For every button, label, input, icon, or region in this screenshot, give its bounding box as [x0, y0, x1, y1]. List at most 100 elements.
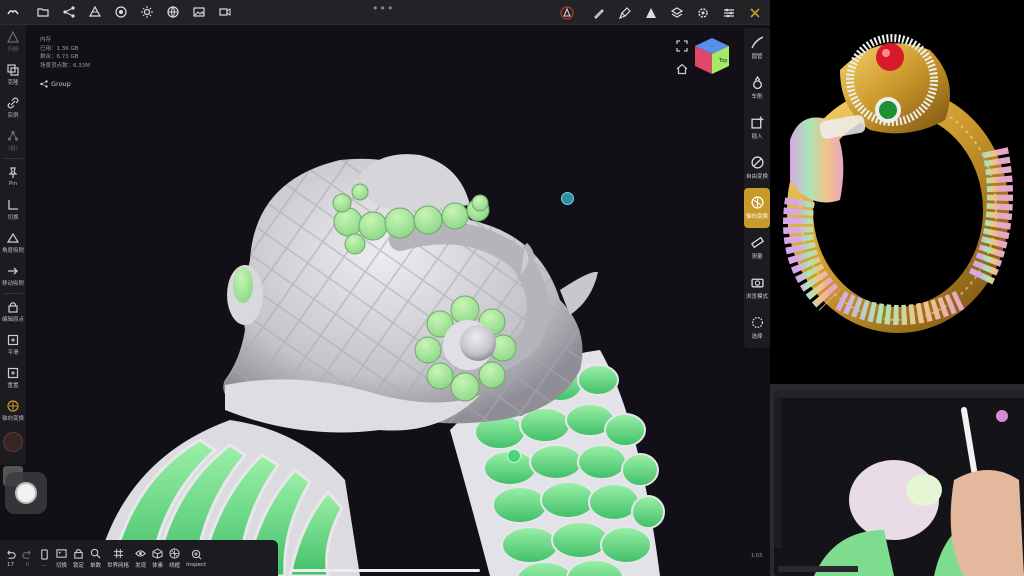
- right-tool-6[interactable]: 测量: [744, 228, 770, 268]
- color-swatch[interactable]: [3, 432, 23, 452]
- clone-icon: [7, 63, 19, 76]
- pen-icon[interactable]: [586, 0, 612, 25]
- top-right-tools: [554, 0, 768, 25]
- bottom-tool-2[interactable]: 0: [19, 540, 36, 576]
- right-tool-8[interactable]: 选择: [744, 308, 770, 348]
- scene-vertices: 场景顶点数：6.33M: [40, 62, 90, 69]
- left-tool-label: 切换: [7, 214, 19, 221]
- right-tool-3[interactable]: 插入: [744, 108, 770, 148]
- camera-overlay: [770, 384, 1024, 576]
- corner-icon: [8, 199, 18, 210]
- right-tool-label: 测量: [751, 254, 763, 260]
- sculpt-icon: [7, 30, 19, 43]
- light-sun-icon[interactable]: [134, 0, 160, 25]
- image-icon[interactable]: [186, 0, 212, 25]
- group-label: Group: [51, 80, 71, 88]
- left-tool-label: Pin: [8, 180, 18, 187]
- bottom-tool-3[interactable]: ...: [36, 540, 53, 576]
- left-tool-label: 轴向变换: [1, 415, 24, 422]
- left-tool-9[interactable]: 编辑原点: [0, 295, 26, 328]
- bottom-tool-label: 世界网格: [107, 562, 130, 569]
- home-indicator[interactable]: [290, 569, 480, 572]
- bottom-tool-label: 线框: [169, 562, 181, 569]
- bottom-tool-1[interactable]: 17: [2, 540, 19, 576]
- sliders-icon[interactable]: [716, 0, 742, 25]
- app-logo-icon[interactable]: [0, 0, 26, 25]
- lock-icon: [74, 548, 83, 559]
- left-tool-label: (拾): [8, 145, 18, 152]
- redo-icon: [22, 549, 31, 559]
- symmetry-tools-icon[interactable]: [742, 0, 768, 25]
- bottom-tool-label: 0: [25, 561, 30, 568]
- layers-icon[interactable]: [664, 0, 690, 25]
- left-tool-6[interactable]: 切换: [0, 193, 26, 226]
- more-dots-icon[interactable]: •••: [372, 2, 394, 15]
- view-cube[interactable]: Top: [692, 36, 732, 76]
- lathe-icon: [752, 76, 762, 89]
- insert-icon: [750, 116, 763, 129]
- gizmo-pivot-marker[interactable]: [507, 449, 521, 463]
- bottom-tool-label: ...: [41, 561, 48, 568]
- right-tool-7[interactable]: 浏览模式: [744, 268, 770, 308]
- left-tool-12[interactable]: 轴向变换: [0, 394, 26, 427]
- right-tool-label: 圆管: [751, 54, 763, 60]
- bottom-tool-5[interactable]: 锁定: [70, 540, 87, 576]
- left-tool-3[interactable]: 实例: [0, 91, 26, 124]
- bottom-tool-11[interactable]: Inspect: [183, 540, 209, 576]
- left-tool-5[interactable]: Pin: [0, 160, 26, 193]
- 3d-viewport[interactable]: [0, 0, 770, 576]
- brush-icon[interactable]: [612, 0, 638, 25]
- bottom-tool-10[interactable]: 线框: [166, 540, 183, 576]
- left-tool-11[interactable]: 重置: [0, 361, 26, 394]
- nodes-icon: [7, 130, 19, 141]
- brush-preview-icon[interactable]: [554, 0, 580, 25]
- left-toolbar-divider: [3, 158, 23, 159]
- left-tool-label: 归档: [7, 46, 19, 53]
- gizmo-target-marker[interactable]: [561, 192, 574, 205]
- bottom-tool-8[interactable]: 发现: [132, 540, 149, 576]
- group-node[interactable]: Group: [40, 80, 71, 88]
- left-tool-1[interactable]: 归档: [0, 25, 26, 58]
- bottom-tool-7[interactable]: 世界网格: [104, 540, 132, 576]
- material-triangle-icon[interactable]: [638, 0, 664, 25]
- material-sphere-icon[interactable]: [108, 0, 134, 25]
- left-tool-label: 克隆: [7, 79, 19, 86]
- bottom-tool-label: Inspect: [186, 561, 207, 568]
- tablet-in-camera: [774, 390, 1024, 576]
- bottom-tool-9[interactable]: 体素: [149, 540, 166, 576]
- scene-tree-icon[interactable]: [82, 0, 108, 25]
- right-tool-5[interactable]: 轴向变换: [744, 188, 770, 228]
- left-tool-8[interactable]: 移动吸附: [0, 259, 26, 292]
- left-tool-label: 平滑: [7, 349, 19, 356]
- share-nodes-icon[interactable]: [56, 0, 82, 25]
- video-camera-icon[interactable]: [212, 0, 238, 25]
- gear-icon[interactable]: [690, 0, 716, 25]
- lock-icon: [8, 301, 18, 313]
- left-tool-7[interactable]: 角度吸附: [0, 226, 26, 259]
- fullscreen-icon[interactable]: [676, 40, 688, 52]
- bottom-tool-label: 单数: [90, 562, 102, 569]
- bottom-tool-label: 切换: [56, 562, 68, 569]
- bottom-toolbar: 17 0... 切换 锁定 单数 世界网格 发现 体素 线框 Inspect: [0, 540, 278, 576]
- bottom-tool-4[interactable]: 切换: [53, 540, 70, 576]
- left-tool-4[interactable]: (拾): [0, 124, 26, 157]
- gizmo-icon: [7, 399, 19, 412]
- right-tool-4[interactable]: 自由变换: [744, 148, 770, 188]
- record-dot-icon: [15, 482, 37, 504]
- memory-title: 内存: [40, 37, 52, 43]
- bottom-tool-6[interactable]: 单数: [87, 540, 104, 576]
- axis-transform-icon: [750, 196, 764, 209]
- home-icon[interactable]: [676, 63, 688, 75]
- record-button[interactable]: [5, 472, 47, 514]
- environment-icon[interactable]: [160, 0, 186, 25]
- right-tool-label: 轴向变换: [745, 214, 768, 220]
- left-tool-label: 实例: [7, 112, 19, 119]
- left-tool-2[interactable]: 克隆: [0, 58, 26, 91]
- right-tool-2[interactable]: 车削: [744, 68, 770, 108]
- folder-icon[interactable]: [30, 0, 56, 25]
- right-tool-label: 浏览模式: [745, 294, 768, 300]
- left-tool-10[interactable]: 平滑: [0, 328, 26, 361]
- angle-icon: [7, 232, 19, 243]
- right-tool-1[interactable]: 圆管: [744, 28, 770, 68]
- left-toolbar: 归档克隆实例 (拾) Pin 切换角度吸附 移动吸附编辑原点平滑重置轴向变换: [0, 25, 26, 465]
